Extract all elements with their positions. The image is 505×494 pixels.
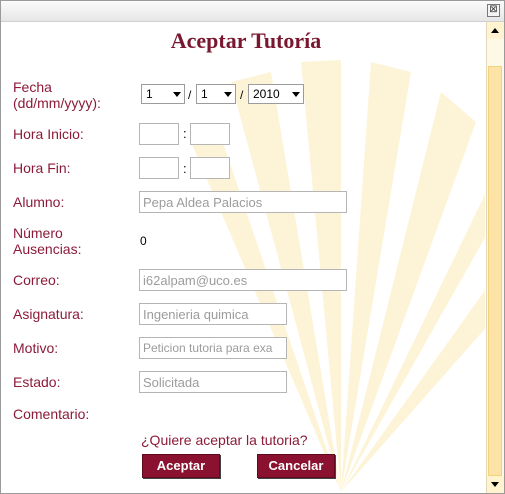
correo-label: Correo: bbox=[13, 272, 60, 288]
hora-inicio-hours-input[interactable] bbox=[139, 123, 179, 145]
day-value: 1 bbox=[146, 87, 153, 101]
scroll-down-icon[interactable] bbox=[487, 476, 504, 493]
hora-inicio-label: Hora Inicio: bbox=[13, 126, 84, 142]
cancel-button[interactable]: Cancelar bbox=[257, 454, 335, 478]
year-value: 2010 bbox=[253, 87, 280, 101]
time-separator: : bbox=[183, 161, 187, 176]
page-title: Aceptar Tutoría bbox=[170, 28, 322, 53]
ausencias-value: 0 bbox=[140, 234, 147, 248]
year-select[interactable]: 2010 bbox=[248, 84, 304, 104]
estado-field[interactable]: Solicitada bbox=[139, 371, 287, 393]
estado-label: Estado: bbox=[13, 374, 61, 390]
hora-inicio-minutes-input[interactable] bbox=[190, 123, 230, 145]
dialog-window: ⊠ Aceptar Tutoría Fecha (dd/mm/yyyy): 1 … bbox=[0, 0, 505, 494]
scroll-thumb[interactable] bbox=[488, 66, 502, 476]
comentario-label: Comentario: bbox=[13, 406, 90, 422]
motivo-field[interactable]: Peticion tutoria para exa bbox=[139, 337, 287, 359]
hora-fin-label: Hora Fin: bbox=[13, 160, 71, 176]
chevron-down-icon bbox=[292, 92, 300, 97]
ausencias-label: Número Ausencias: bbox=[13, 225, 82, 257]
alumno-label: Alumno: bbox=[13, 194, 65, 210]
motivo-label: Motivo: bbox=[13, 340, 59, 356]
correo-field[interactable]: i62alpam@uco.es bbox=[139, 269, 347, 291]
time-separator: : bbox=[183, 126, 187, 141]
asignatura-label: Asignatura: bbox=[13, 306, 84, 322]
alumno-field[interactable]: Pepa Aldea Palacios bbox=[139, 191, 347, 213]
fecha-label: Fecha (dd/mm/yyyy): bbox=[13, 79, 101, 111]
hora-fin-hours-input[interactable] bbox=[139, 157, 179, 179]
scroll-up-icon[interactable] bbox=[487, 22, 504, 39]
vertical-scrollbar[interactable] bbox=[486, 22, 504, 493]
accept-button[interactable]: Aceptar bbox=[142, 454, 220, 478]
close-icon[interactable]: ⊠ bbox=[487, 4, 500, 17]
asignatura-field[interactable]: Ingenieria quimica bbox=[139, 303, 287, 325]
window-titlebar: ⊠ bbox=[1, 1, 504, 22]
chevron-down-icon bbox=[173, 92, 181, 97]
confirm-question: ¿Quiere aceptar la tutoria? bbox=[141, 432, 308, 448]
chevron-down-icon bbox=[224, 92, 232, 97]
month-value: 1 bbox=[201, 87, 208, 101]
hora-fin-minutes-input[interactable] bbox=[190, 157, 230, 179]
date-separator: / bbox=[240, 88, 244, 102]
month-select[interactable]: 1 bbox=[196, 84, 236, 104]
dialog-content: Aceptar Tutoría Fecha (dd/mm/yyyy): 1 / … bbox=[1, 22, 485, 493]
date-separator: / bbox=[188, 88, 192, 102]
day-select[interactable]: 1 bbox=[141, 84, 185, 104]
